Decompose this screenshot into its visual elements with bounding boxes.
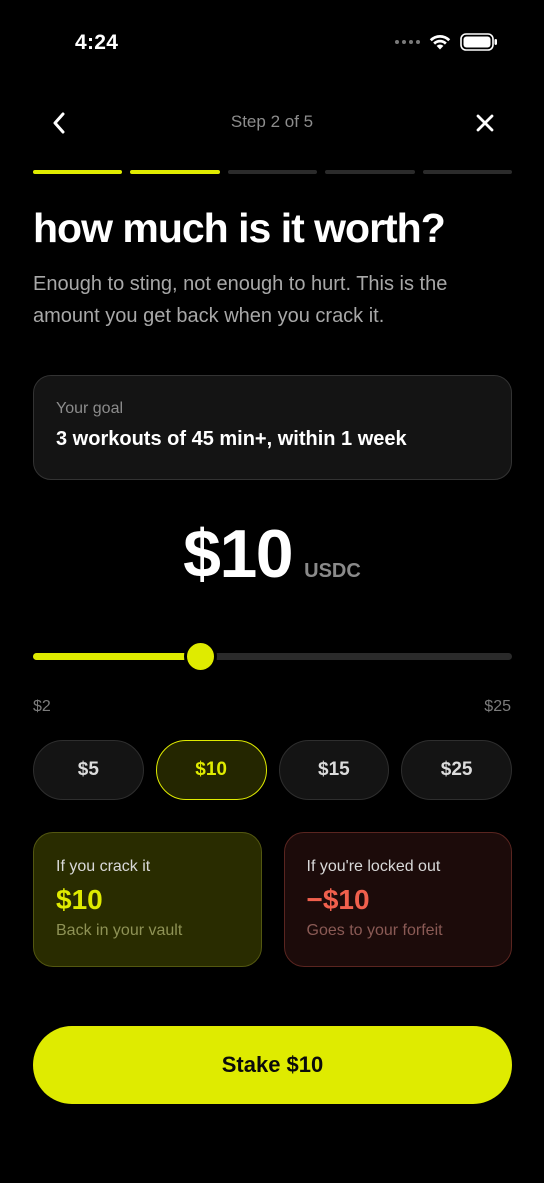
top-nav: Step 2 of 5: [0, 100, 544, 144]
goal-card: Your goal 3 workouts of 45 min+, within …: [33, 375, 512, 480]
slider-min-label: $2: [33, 698, 51, 715]
outcome-win-note: Back in your vault: [56, 922, 183, 939]
progress-segment: [422, 170, 513, 174]
preset-button-5[interactable]: $5: [33, 740, 144, 800]
page-title: how much is it worth?: [33, 205, 446, 251]
stake-slider[interactable]: [33, 638, 512, 674]
progress-segment: [325, 170, 415, 174]
status-icons: [395, 33, 498, 51]
preset-button-25[interactable]: $25: [401, 740, 512, 800]
outcome-cards: If you crack it $10 Back in your vault I…: [33, 832, 512, 967]
preset-button-10[interactable]: $10: [155, 740, 267, 800]
step-indicator: Step 2 of 5: [230, 112, 314, 131]
outcome-card-crack: If you crack it $10 Back in your vault: [33, 832, 262, 967]
outcome-lose-note: Goes to your forfeit: [306, 922, 443, 939]
signal-icon: [395, 40, 420, 44]
step-progress-bar: [33, 170, 513, 174]
slider-thumb[interactable]: [183, 640, 217, 673]
preset-amounts: $5 $10 $15 $25: [33, 740, 512, 800]
slider-max-label: $25: [484, 698, 511, 715]
close-button[interactable]: [470, 108, 500, 138]
progress-segment: [227, 170, 318, 174]
goal-text: 3 workouts of 45 min+, within 1 week: [56, 428, 407, 450]
outcome-card-locked-out: If you're locked out −$10 Goes to your f…: [283, 832, 512, 967]
status-bar: 4:24: [0, 0, 544, 88]
slider-fill: [33, 653, 200, 660]
outcome-lose-amount: −$10: [306, 884, 370, 915]
page-subtitle: Enough to sting, not enough to hurt. Thi…: [33, 273, 448, 327]
status-time: 4:24: [75, 31, 119, 54]
preset-button-15[interactable]: $15: [278, 740, 390, 800]
stake-amount-value: $10: [183, 516, 293, 592]
stake-button[interactable]: Stake $10: [33, 1026, 512, 1104]
progress-segment: [33, 170, 123, 174]
goal-label: Your goal: [56, 400, 124, 417]
outcome-win-label: If you crack it: [56, 858, 151, 875]
progress-segment: [130, 170, 220, 174]
stake-amount-display: $10 USDC: [0, 515, 544, 593]
stake-currency-unit: USDC: [304, 560, 361, 582]
wifi-icon: [429, 34, 451, 50]
outcome-win-amount: $10: [56, 884, 103, 915]
close-icon: [476, 114, 494, 132]
outcome-lose-label: If you're locked out: [306, 858, 441, 875]
battery-icon: [460, 33, 497, 51]
